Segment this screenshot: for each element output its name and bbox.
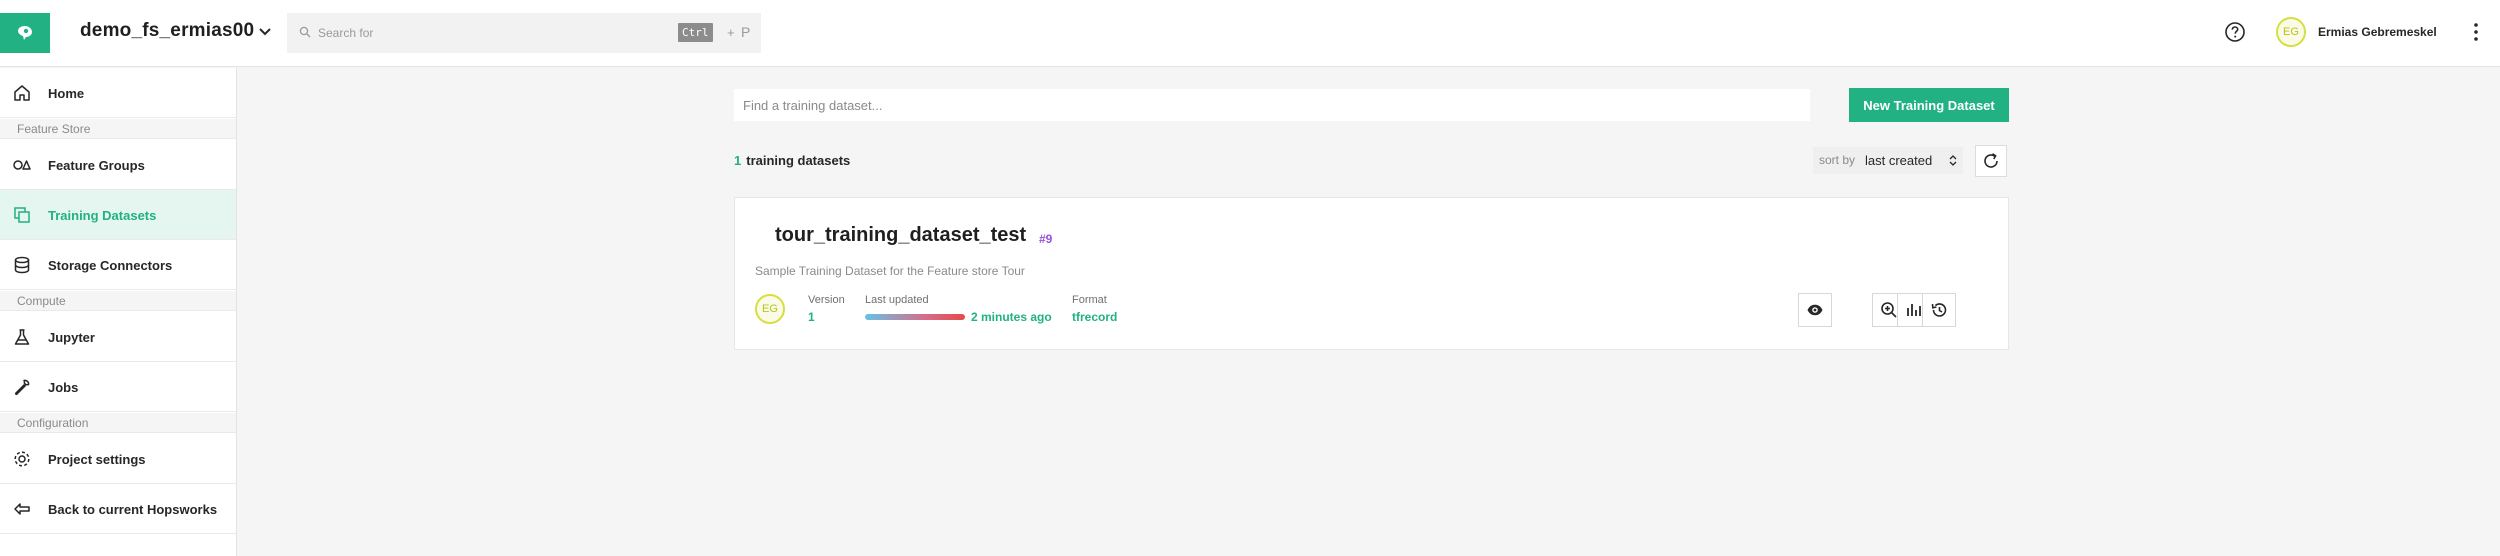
user-name[interactable]: Ermias Gebremeskel (2318, 25, 2437, 39)
history-icon (1931, 303, 1947, 317)
section-label: Configuration (17, 416, 89, 430)
section-label: Compute (17, 294, 66, 308)
version-label: Version (808, 294, 845, 306)
global-search-input[interactable]: Search for Ctrl + P (287, 13, 761, 53)
sidebar-item-training-datasets[interactable]: Training Datasets (0, 190, 236, 240)
refresh-button[interactable] (1975, 145, 2007, 177)
version-value[interactable]: 1 (808, 310, 815, 324)
section-feature-store: Feature Store (0, 119, 236, 139)
preview-button[interactable] (1798, 293, 1832, 327)
search-placeholder: Search for (318, 26, 374, 40)
user-avatar[interactable]: EG (2276, 17, 2306, 47)
sidebar-item-label: Training Datasets (48, 208, 157, 223)
gear-icon (14, 451, 30, 467)
sidebar-item-label: Feature Groups (48, 158, 145, 173)
sidebar-item-label: Home (48, 86, 85, 101)
format-value: tfrecord (1072, 310, 1118, 324)
last-updated-bar (865, 314, 965, 320)
training-dataset-search-input[interactable] (734, 89, 1810, 121)
sidebar-item-home[interactable]: Home (0, 68, 236, 118)
training-dataset-card[interactable]: tour_training_dataset_test #9 Sample Tra… (734, 197, 2009, 350)
dataset-count: 1 training datasets (734, 153, 850, 168)
sidebar-item-feature-groups[interactable]: Feature Groups (0, 140, 236, 190)
sidebar-item-label: Storage Connectors (48, 258, 173, 273)
shortcut-plus: + (727, 25, 735, 40)
sort-select[interactable]: sort by last created (1813, 147, 1963, 174)
sort-value: last created (1865, 153, 1933, 168)
shortcut-key: Ctrl (678, 23, 713, 42)
section-label: Feature Store (17, 122, 91, 136)
search-icon (299, 26, 311, 38)
top-bar: demo_fs_ermias00 Search for Ctrl + P EG … (0, 0, 2500, 67)
shapes-icon (13, 160, 31, 170)
dataset-count-number: 1 (734, 153, 742, 168)
shortcut-letter: P (741, 24, 751, 40)
sidebar: Home Feature Store Feature Groups Traini… (0, 68, 237, 556)
sort-caret-icon (1949, 155, 1957, 166)
section-configuration: Configuration (0, 413, 236, 433)
dataset-count-label: training datasets (746, 153, 851, 168)
more-vertical-icon[interactable] (2472, 20, 2480, 44)
sidebar-item-label: Jupyter (48, 330, 95, 345)
last-updated-value: 2 minutes ago (971, 310, 1052, 324)
flask-icon (14, 329, 30, 345)
owner-avatar: EG (755, 294, 785, 324)
project-name[interactable]: demo_fs_ermias00 (80, 20, 254, 42)
arrow-left-icon (14, 503, 30, 515)
dataset-description: Sample Training Dataset for the Feature … (755, 264, 1025, 278)
database-icon (14, 256, 30, 274)
sidebar-item-back[interactable]: Back to current Hopsworks (0, 484, 236, 534)
sidebar-item-storage-connectors[interactable]: Storage Connectors (0, 240, 236, 290)
dataset-id-tag: #9 (1039, 232, 1053, 246)
help-icon[interactable] (2224, 21, 2246, 43)
copy-icon (14, 207, 30, 223)
sort-label: sort by (1819, 153, 1856, 167)
sidebar-item-jobs[interactable]: Jobs (0, 362, 236, 412)
bar-chart-icon (1907, 304, 1921, 316)
section-compute: Compute (0, 291, 236, 311)
chevron-down-icon[interactable] (256, 23, 274, 41)
zoom-in-icon (1881, 302, 1897, 318)
activity-button[interactable] (1922, 293, 1956, 327)
home-icon (14, 85, 30, 101)
sidebar-item-label: Back to current Hopsworks (48, 502, 218, 517)
hopsworks-logo-icon[interactable] (0, 13, 50, 53)
sidebar-item-project-settings[interactable]: Project settings (0, 434, 236, 484)
format-label: Format (1072, 294, 1107, 306)
last-updated-label: Last updated (865, 294, 929, 306)
refresh-icon (1984, 153, 1998, 168)
eye-icon (1807, 304, 1823, 316)
new-training-dataset-button[interactable]: New Training Dataset (1849, 88, 2009, 122)
sidebar-item-label: Project settings (48, 452, 146, 467)
sidebar-item-jupyter[interactable]: Jupyter (0, 312, 236, 362)
sidebar-item-label: Jobs (48, 380, 79, 395)
wrench-icon (14, 379, 30, 396)
dataset-name[interactable]: tour_training_dataset_test (775, 224, 1026, 247)
